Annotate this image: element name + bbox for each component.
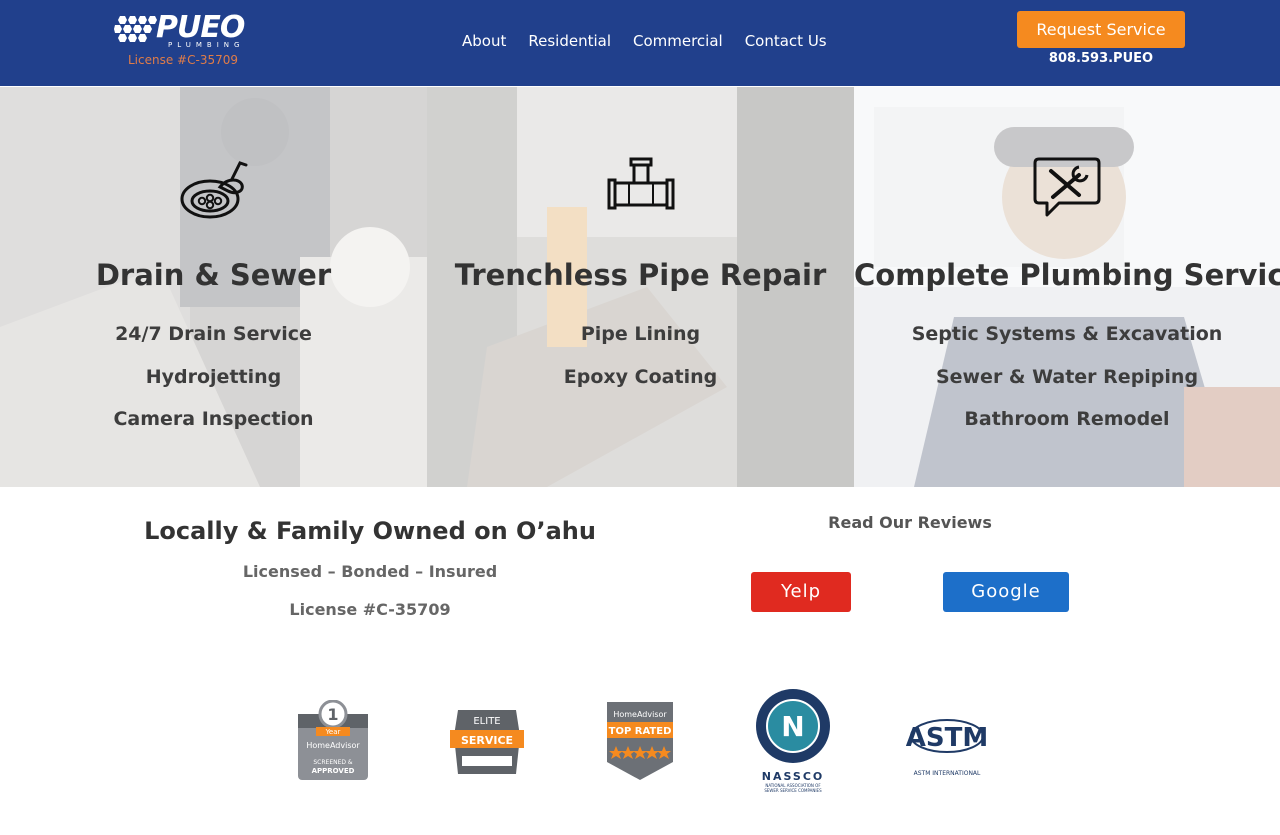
site-header: PUEO PLUMBING License #C-35709 About Res… bbox=[0, 0, 1280, 86]
service-list: Septic Systems & Excavation Sewer & Wate… bbox=[854, 313, 1280, 441]
badge-year-label: Year bbox=[325, 728, 341, 736]
astm-international-text: ASTM INTERNATIONAL bbox=[914, 770, 981, 777]
elite-service-badge[interactable]: ELITE SERVICE bbox=[450, 706, 524, 778]
yelp-button[interactable]: Yelp bbox=[751, 572, 851, 612]
top-rated-badge[interactable]: HomeAdvisor TOP RATED bbox=[603, 700, 677, 782]
homeadvisor-screened-badge[interactable]: 1 Year HomeAdvisor SCREENED & APPROVED bbox=[296, 700, 370, 782]
pipe-icon bbox=[607, 157, 674, 210]
nassco-tagline-2: SEWER SERVICE COMPANIES bbox=[764, 788, 822, 793]
hexagon-pattern-icon bbox=[114, 16, 157, 42]
reviews-heading: Read Our Reviews bbox=[828, 513, 992, 532]
drain-icon bbox=[180, 161, 247, 219]
badge-top-rated: TOP RATED bbox=[609, 726, 672, 737]
header-license: License #C-35709 bbox=[128, 53, 238, 67]
family-owned-heading: Locally & Family Owned on O’ahu bbox=[144, 517, 596, 545]
service-item[interactable]: Pipe Lining bbox=[427, 313, 854, 356]
nav-commercial[interactable]: Commercial bbox=[633, 30, 723, 52]
service-item[interactable]: 24/7 Drain Service bbox=[0, 313, 427, 356]
services-hero: Drain & Sewer 24/7 Drain Service Hydroje… bbox=[0, 87, 1280, 487]
service-item[interactable]: Hydrojetting bbox=[0, 356, 427, 399]
nav-about[interactable]: About bbox=[462, 30, 506, 52]
badge-screened: SCREENED & bbox=[313, 759, 353, 766]
service-panel-complete: Complete Plumbing Service Septic Systems… bbox=[854, 87, 1280, 487]
license-number: License #C-35709 bbox=[289, 600, 451, 619]
service-panel-trenchless: Trenchless Pipe Repair Pipe Lining Epoxy… bbox=[427, 87, 854, 487]
tools-chat-icon bbox=[1033, 157, 1101, 217]
service-panel-drain: Drain & Sewer 24/7 Drain Service Hydroje… bbox=[0, 87, 427, 487]
logo-subtext: PLUMBING bbox=[168, 41, 245, 49]
service-item[interactable]: Septic Systems & Excavation bbox=[854, 313, 1280, 356]
service-item[interactable]: Bathroom Remodel bbox=[854, 398, 1280, 441]
service-list: 24/7 Drain Service Hydrojetting Camera I… bbox=[0, 313, 427, 441]
badge-year-number: 1 bbox=[327, 705, 338, 724]
badge-service: SERVICE bbox=[461, 734, 513, 747]
badge-brand: HomeAdvisor bbox=[613, 710, 667, 719]
badge-approved: APPROVED bbox=[312, 767, 355, 775]
badge-brand: HomeAdvisor bbox=[306, 741, 360, 750]
nassco-n: N bbox=[781, 710, 804, 743]
phone-number[interactable]: 808.593.PUEO bbox=[1017, 50, 1185, 68]
request-service-button[interactable]: Request Service bbox=[1017, 11, 1185, 48]
astm-wordmark: ASTM bbox=[906, 723, 988, 753]
service-item[interactable]: Sewer & Water Repiping bbox=[854, 356, 1280, 399]
badge-elite: ELITE bbox=[473, 716, 500, 727]
service-title: Trenchless Pipe Repair bbox=[454, 258, 827, 292]
nav-residential[interactable]: Residential bbox=[528, 30, 611, 52]
google-button[interactable]: Google bbox=[943, 572, 1069, 612]
service-title: Complete Plumbing Service bbox=[854, 258, 1280, 292]
licensed-bonded-insured: Licensed – Bonded – Insured bbox=[242, 562, 498, 581]
astm-logo[interactable]: ASTM ASTM INTERNATIONAL bbox=[906, 702, 988, 780]
service-item[interactable]: Camera Inspection bbox=[0, 398, 427, 441]
pueo-logo[interactable]: PUEO PLUMBING License #C-35709 bbox=[114, 10, 249, 72]
nav-contact-us[interactable]: Contact Us bbox=[745, 30, 827, 52]
nassco-logo[interactable]: N NASSCO NATIONAL ASSOCIATION OF SEWER S… bbox=[752, 688, 834, 796]
main-nav: About Residential Commercial Contact Us bbox=[462, 30, 827, 52]
nassco-wordmark: NASSCO bbox=[762, 770, 825, 783]
service-item[interactable]: Epoxy Coating bbox=[427, 356, 854, 399]
service-list: Pipe Lining Epoxy Coating bbox=[427, 313, 854, 398]
service-title: Drain & Sewer bbox=[95, 258, 332, 292]
